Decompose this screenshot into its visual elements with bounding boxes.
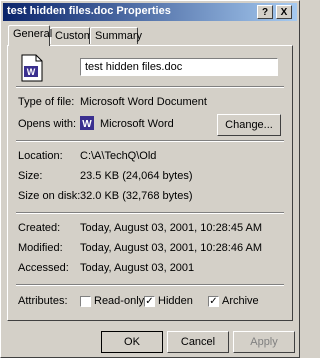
accessed-label: Accessed: (18, 262, 69, 274)
size-on-disk-value: 32.0 KB (32,768 bytes) (80, 190, 193, 202)
apply-button[interactable]: Apply (233, 331, 295, 353)
type-of-file-value: Microsoft Word Document (80, 96, 207, 108)
svg-text:W: W (82, 119, 92, 130)
type-of-file-label: Type of file: (18, 96, 75, 108)
separator (16, 140, 284, 142)
size-value: 23.5 KB (24,064 bytes) (80, 170, 193, 182)
change-button[interactable]: Change... (217, 114, 281, 136)
location-value: C:\A\TechQ\Old (80, 150, 157, 162)
created-label: Created: (18, 222, 61, 234)
created-value: Today, August 03, 2001, 10:28:45 AM (80, 222, 263, 234)
general-panel: W test hidden files.doc Type of file: Mi… (7, 45, 293, 321)
close-button[interactable]: X (276, 5, 292, 19)
tab-summary[interactable]: Summary (90, 27, 142, 44)
modified-label: Modified: (18, 242, 63, 254)
word-document-icon: W (21, 54, 43, 82)
tab-custom[interactable]: Custom (50, 27, 93, 44)
hidden-checkbox[interactable]: ✓ (144, 296, 155, 307)
read-only-label[interactable]: Read-only (94, 295, 144, 307)
archive-label[interactable]: Archive (222, 295, 259, 307)
ok-button[interactable]: OK (101, 331, 163, 353)
svg-text:W: W (27, 67, 36, 77)
opens-with-value: Microsoft Word (100, 118, 174, 130)
help-button[interactable]: ? (257, 5, 273, 19)
word-app-icon: W (80, 116, 94, 130)
separator (16, 284, 284, 286)
archive-checkbox[interactable]: ✓ (208, 296, 219, 307)
title-bar[interactable]: test hidden files.doc Properties ? X (3, 3, 297, 21)
size-label: Size: (18, 170, 43, 182)
tab-general[interactable]: General (8, 25, 52, 46)
separator (16, 212, 284, 214)
attributes-label: Attributes: (18, 295, 68, 307)
hidden-label[interactable]: Hidden (158, 295, 193, 307)
location-label: Location: (18, 150, 63, 162)
cancel-button[interactable]: Cancel (167, 331, 229, 353)
window-title: test hidden files.doc Properties (7, 5, 171, 17)
read-only-checkbox[interactable] (80, 296, 91, 307)
filename-field[interactable]: test hidden files.doc (80, 58, 278, 76)
separator (16, 86, 284, 88)
size-on-disk-label: Size on disk: (18, 190, 81, 202)
accessed-value: Today, August 03, 2001 (80, 262, 195, 274)
modified-value: Today, August 03, 2001, 10:28:46 AM (80, 242, 263, 254)
properties-window: test hidden files.doc Properties ? X Gen… (0, 0, 300, 358)
opens-with-label: Opens with: (18, 118, 77, 130)
